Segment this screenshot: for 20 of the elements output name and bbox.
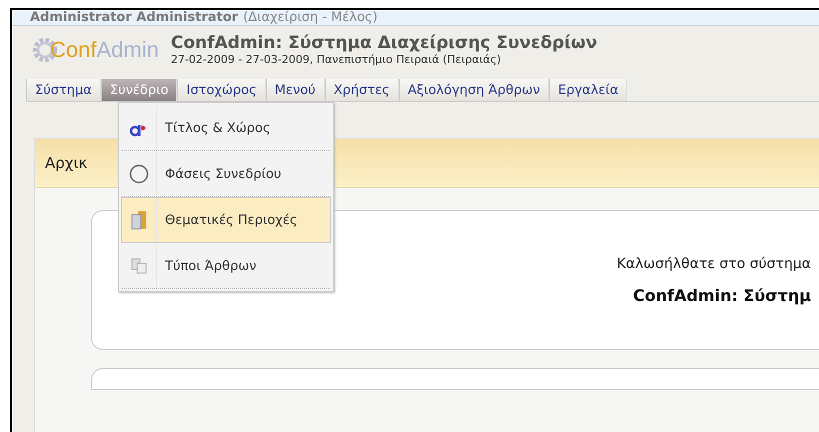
clock-icon <box>129 164 149 184</box>
user-role: (Διαχείριση - Μέλος) <box>243 10 378 25</box>
menu-tab[interactable]: Ιστοχώρος <box>177 79 266 101</box>
menu-tab[interactable]: Μενού <box>266 79 325 101</box>
conference-dates: 27-02-2009 - 27-03-2009, Πανεπιστήμιο Πειραιά (Πειραιάς) <box>170 53 502 66</box>
system-name: ConfAdmin: Σύστημ <box>632 286 811 304</box>
user-name: Administrator Administrator <box>30 10 238 25</box>
logo: ConfAdmin <box>32 34 159 65</box>
menu-item[interactable]: Θεματικές Περιοχές <box>121 197 331 243</box>
menu-tab[interactable]: Χρήστες <box>324 79 399 101</box>
folder-icon <box>131 210 147 230</box>
site-title: ConfAdmin: Σύστημα Διαχείρισης Συνεδρίων <box>170 33 598 54</box>
document-icon <box>131 258 147 274</box>
welcome-text: Καλωσήλθατε στο σύστημα <box>616 256 811 272</box>
menu-item[interactable]: Τύποι Άρθρων <box>121 243 331 289</box>
menu-tab[interactable]: Εργαλεία <box>548 79 628 101</box>
menu-tab[interactable]: Σύστημα <box>26 79 101 101</box>
menu-tab[interactable]: Αξιολόγηση Άρθρων <box>398 79 549 101</box>
menu-item[interactable]: Τίτλος & Χώρος <box>121 105 331 151</box>
panel-title: Αρχικ <box>45 154 88 172</box>
